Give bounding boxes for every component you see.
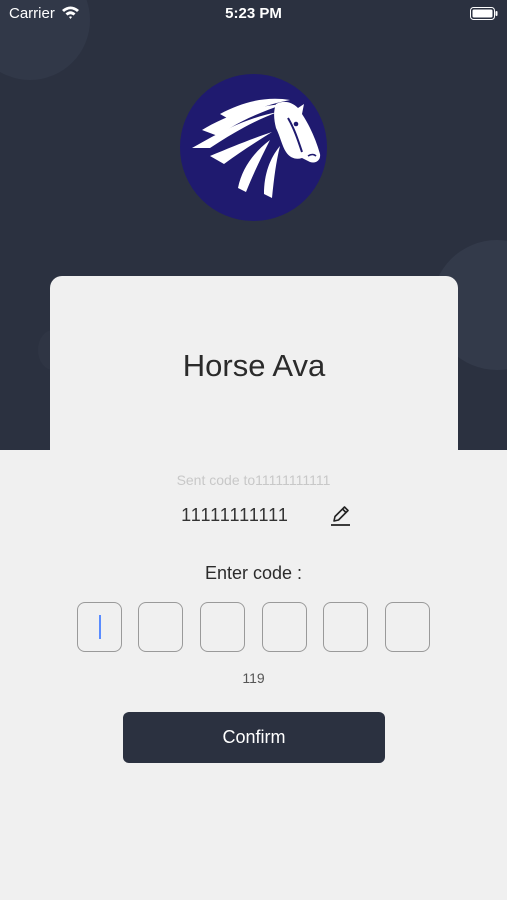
edit-phone-button[interactable] xyxy=(326,502,354,530)
battery-icon xyxy=(470,7,498,20)
pencil-icon xyxy=(331,506,350,526)
app-logo xyxy=(180,74,327,221)
enter-code-label: Enter code : xyxy=(204,563,303,583)
status-time: 5:23 PM xyxy=(225,5,282,22)
sent-code-label: Sent code to11111111111 xyxy=(176,472,331,488)
code-digit-input-3[interactable] xyxy=(200,602,245,652)
confirm-button[interactable]: Confirm xyxy=(123,712,385,763)
horse-head-icon xyxy=(192,98,321,198)
phone-number: 11111111111 xyxy=(181,505,289,525)
app-title: Horse Ava xyxy=(182,348,326,383)
resend-countdown: 119 xyxy=(242,670,265,686)
code-digit-input-4[interactable] xyxy=(262,602,307,652)
text-caret xyxy=(99,615,101,639)
code-digit-input-6[interactable] xyxy=(385,602,430,652)
status-bar: Carrier 5:23 PM xyxy=(0,0,507,28)
code-digit-input-2[interactable] xyxy=(138,602,183,652)
code-digit-input-5[interactable] xyxy=(323,602,368,652)
